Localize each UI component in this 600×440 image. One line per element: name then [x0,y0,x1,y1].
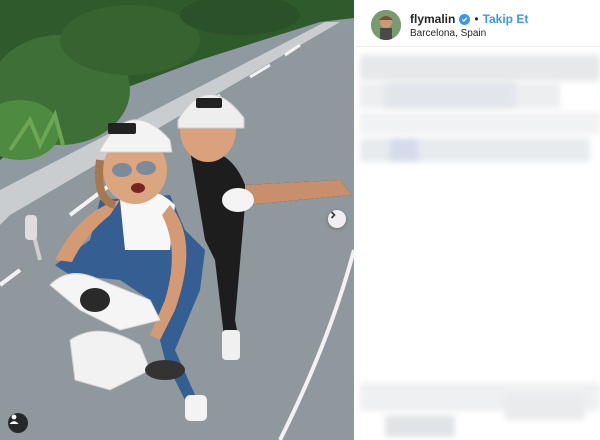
avatar-image [371,10,401,40]
separator-dot: • [474,12,479,26]
post-header: flymalin • Takip Et Barcelona, Spain [355,0,600,47]
post-side-panel: flymalin • Takip Et Barcelona, Spain [355,0,600,440]
photo-scene [0,0,354,440]
follow-button[interactable]: Takip Et [483,12,529,26]
name-row: flymalin • Takip Et [410,12,528,26]
user-icon [9,414,19,424]
username-link[interactable]: flymalin [410,12,455,26]
location-link[interactable]: Barcelona, Spain [410,28,486,39]
avatar[interactable] [371,10,401,40]
next-photo-button[interactable] [328,210,346,228]
post-photo[interactable] [0,0,354,440]
chevron-right-icon [330,211,336,219]
verified-badge-icon [459,13,471,25]
tagged-users-button[interactable] [8,413,28,433]
